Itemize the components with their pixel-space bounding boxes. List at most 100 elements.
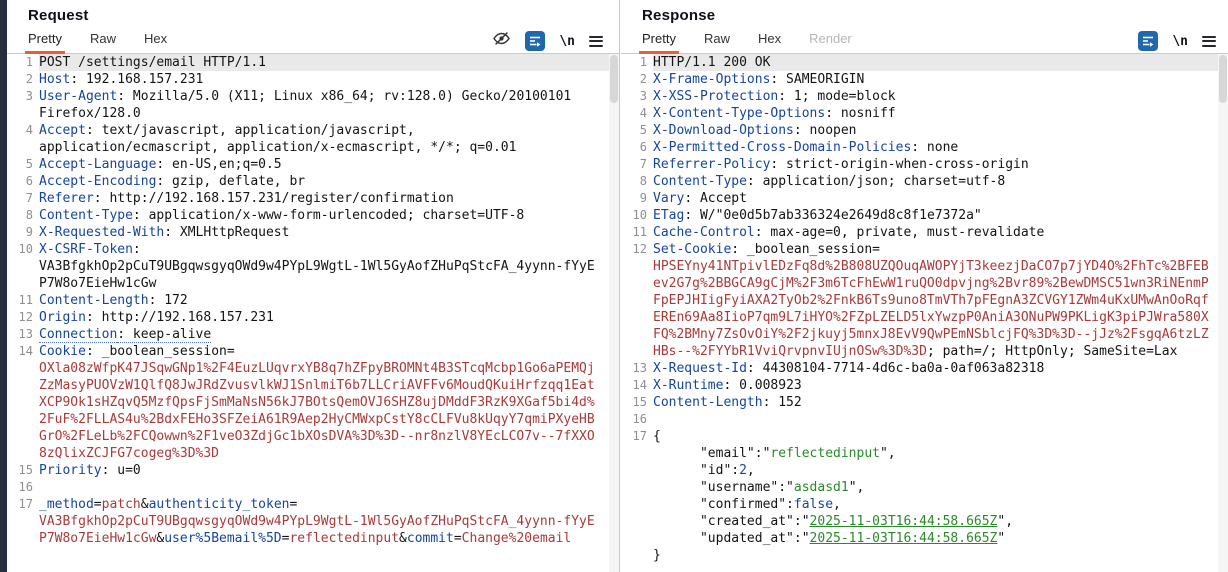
menu-icon[interactable] (1202, 36, 1216, 47)
code-line: 1HTTP/1.1 200 OK (621, 54, 1218, 71)
line-number: 3 (621, 88, 653, 105)
line-number: 15 (621, 394, 653, 411)
line-number: 14 (621, 377, 653, 394)
line-number: 12 (621, 241, 653, 258)
code-line: application/ecmascript, application/x-ec… (7, 139, 609, 156)
line-number (621, 326, 653, 343)
line-number (621, 496, 653, 513)
tab-render[interactable]: Render (809, 31, 852, 53)
response-toolbar: \n (1138, 30, 1216, 52)
pretty-print-button[interactable] (525, 31, 545, 51)
line-number: 11 (7, 292, 39, 309)
code-line: HBs--%2FYYbR1VviQrvpnvIUjnOSw%3D%3D; pat… (621, 343, 1218, 360)
response-title: Response (642, 7, 715, 24)
code-line: 16 (621, 411, 1218, 428)
code-line: 12Origin: http://192.168.157.231 (7, 309, 609, 326)
response-editor[interactable]: 1HTTP/1.1 200 OK2X-Frame-Options: SAMEOR… (621, 54, 1218, 572)
request-title: Request (28, 7, 89, 24)
line-number (7, 275, 39, 292)
line-number (621, 513, 653, 530)
line-number: 13 (621, 360, 653, 377)
code-line: 17{ (621, 428, 1218, 445)
code-line: 8Content-Type: application/x-www-form-ur… (7, 207, 609, 224)
line-number: 5 (621, 122, 653, 139)
line-number (7, 105, 39, 122)
code-line: 8zQlixZCJFG7cogeg%3D%3D (7, 445, 609, 462)
code-line: 11Content-Length: 172 (7, 292, 609, 309)
code-line: "email":"reflectedinput", (621, 445, 1218, 462)
request-editor[interactable]: 1POST /settings/email HTTP/1.12Host: 192… (7, 54, 609, 572)
line-number (621, 547, 653, 564)
response-scrollbar[interactable] (1218, 54, 1228, 572)
line-number: 9 (7, 224, 39, 241)
request-panel: Request Pretty Raw Hex \n 1POST /setting… (7, 0, 620, 572)
line-number: 2 (621, 71, 653, 88)
line-number (7, 411, 39, 428)
line-number (7, 428, 39, 445)
left-edge-strip (0, 0, 7, 572)
line-number (621, 309, 653, 326)
line-number (621, 258, 653, 275)
newline-icon[interactable]: \n (559, 34, 575, 49)
code-line: XCP9Ok1sHZqvQ5MzfQpsFjSmMaNsN56kJ7BOtsQe… (7, 394, 609, 411)
code-line: P7W8o7EieHw1cGw&user%5Bemail%5D=reflecte… (7, 530, 609, 547)
code-line: VA3BfgkhOp2pCuT9UBgqwsgyqOWd9w4PYpL9WgtL… (7, 513, 609, 530)
line-number: 13 (7, 326, 39, 343)
code-line: ZzMasyPUOVzW1QlfQ8JwJRdZvusvlkWJ1SnlmiT6… (7, 377, 609, 394)
code-line: "created_at":"2025-11-03T16:44:58.665Z", (621, 513, 1218, 530)
menu-icon[interactable] (589, 36, 603, 47)
code-line: 11Cache-Control: max-age=0, private, mus… (621, 224, 1218, 241)
code-line: "updated_at":"2025-11-03T16:44:58.665Z" (621, 530, 1218, 547)
line-number: 5 (7, 156, 39, 173)
line-number (621, 445, 653, 462)
code-line: 6X-Permitted-Cross-Domain-Policies: none (621, 139, 1218, 156)
code-line: 8Content-Type: application/json; charset… (621, 173, 1218, 190)
line-number (7, 377, 39, 394)
code-line: 16 (7, 479, 609, 496)
line-number: 4 (7, 122, 39, 139)
line-number: 16 (7, 479, 39, 496)
line-number: 11 (621, 224, 653, 241)
scrollbar-thumb[interactable] (1219, 55, 1227, 103)
tab-hex[interactable]: Hex (758, 31, 781, 53)
code-line: GrO%2FLeLb%2FCQowwn%2F1veO3ZdjGc1bXOsDVA… (7, 428, 609, 445)
tab-hex[interactable]: Hex (144, 31, 167, 53)
line-number: 17 (621, 428, 653, 445)
code-line: 6Accept-Encoding: gzip, deflate, br (7, 173, 609, 190)
code-line: 15Priority: u=0 (7, 462, 609, 479)
code-line: 7Referer: http://192.168.157.231/registe… (7, 190, 609, 207)
tab-raw[interactable]: Raw (90, 31, 116, 53)
line-number (7, 530, 39, 547)
code-line: 2FuF%2FLLAS4u%2BdxFEHo3SFZeiA61R9Aep2HyC… (7, 411, 609, 428)
code-line: 1POST /settings/email HTTP/1.1 (7, 54, 609, 71)
code-line: EREn69Aa8IioP7qm9L7iHYO%2FZpLZELD5lxYwzp… (621, 309, 1218, 326)
line-number (621, 292, 653, 309)
code-line: 15Content-Length: 152 (621, 394, 1218, 411)
code-line: 14Cookie: _boolean_session= (7, 343, 609, 360)
request-scrollbar[interactable] (609, 54, 619, 572)
line-number: 3 (7, 88, 39, 105)
code-line: "confirmed":false, (621, 496, 1218, 513)
code-line: 2X-Frame-Options: SAMEORIGIN (621, 71, 1218, 88)
pretty-print-button[interactable] (1138, 31, 1158, 51)
line-number (7, 445, 39, 462)
scrollbar-thumb[interactable] (610, 55, 618, 103)
code-line: 5X-Download-Options: noopen (621, 122, 1218, 139)
code-line: 17_method=patch&authenticity_token= (7, 496, 609, 513)
eye-slash-icon[interactable] (492, 29, 511, 53)
line-number: 12 (7, 309, 39, 326)
line-number: 8 (7, 207, 39, 224)
code-line: 3User-Agent: Mozilla/5.0 (X11; Linux x86… (7, 88, 609, 105)
code-line: "id":2, (621, 462, 1218, 479)
tab-pretty[interactable]: Pretty (642, 31, 676, 53)
code-line: 9Vary: Accept (621, 190, 1218, 207)
tab-raw[interactable]: Raw (704, 31, 730, 53)
line-number (7, 258, 39, 275)
newline-icon[interactable]: \n (1172, 34, 1188, 49)
code-line: 5Accept-Language: en-US,en;q=0.5 (7, 156, 609, 173)
line-number: 10 (621, 207, 653, 224)
line-number (7, 513, 39, 530)
tab-pretty[interactable]: Pretty (28, 31, 62, 53)
line-number: 7 (621, 156, 653, 173)
line-number: 6 (621, 139, 653, 156)
